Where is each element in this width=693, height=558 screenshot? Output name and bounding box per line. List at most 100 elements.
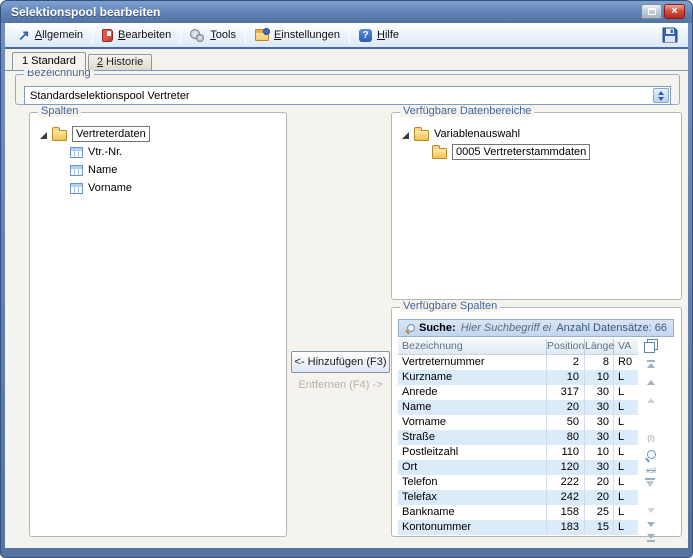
move-up-icon[interactable] — [643, 376, 659, 388]
combo-spinner-button[interactable] — [653, 88, 669, 103]
remove-button-disabled[interactable]: Entfernen (F4) -> — [291, 379, 390, 391]
table-cell: Kontonummer — [398, 520, 547, 535]
header-bezeichnung[interactable]: Bezeichnung — [398, 339, 547, 354]
toolbar-item-hilfe[interactable]: Hilfe — [352, 27, 406, 44]
table-cell: L — [614, 400, 638, 415]
table-search-icon[interactable] — [645, 450, 656, 461]
window-title: Selektionspool bearbeiten — [11, 5, 160, 19]
table-row[interactable]: Vorname5030L — [398, 415, 638, 430]
table-row[interactable]: Straße8030L — [398, 430, 638, 445]
toolbar-item-bearbeiten[interactable]: Bearbeiten — [95, 27, 178, 44]
toolbar-separator — [245, 27, 246, 44]
scroll-bottom-icon[interactable] — [643, 532, 659, 544]
scroll-top-icon[interactable] — [643, 358, 659, 370]
column-grid-icon — [70, 147, 83, 158]
toolbar-label: Allgemein — [35, 29, 83, 41]
save-button[interactable] — [662, 27, 682, 43]
table-cell: L — [614, 505, 638, 520]
toolbar-item-tools[interactable]: Tools — [183, 27, 243, 44]
add-button[interactable]: <- Hinzufügen (F3) — [291, 351, 390, 373]
tree-node-vtr-nr[interactable]: Vtr.-Nr. — [70, 143, 286, 161]
record-count: Anzahl Datensätze: 66 — [556, 322, 667, 334]
table-row[interactable]: Telefon22220L — [398, 475, 638, 490]
tree-expander-icon[interactable] — [402, 132, 409, 139]
toolbar-separator — [349, 27, 350, 44]
page-up-icon[interactable] — [643, 394, 659, 406]
table-row[interactable]: Bankname15825L — [398, 505, 638, 520]
table-row[interactable]: Kontonummer18315L — [398, 520, 638, 535]
toolbar-item-einstellungen[interactable]: Einstellungen — [248, 27, 347, 43]
group-datenbereiche: Verfügbare Datenbereiche Variablenauswah… — [391, 112, 682, 300]
toolbar-separator — [92, 27, 93, 44]
bezeichnung-combobox[interactable] — [24, 86, 671, 105]
search-input[interactable] — [461, 322, 552, 334]
header-position[interactable]: Position — [547, 339, 585, 354]
tree-node-vorname[interactable]: Vorname — [70, 179, 286, 197]
columns-icon[interactable]: (I) — [641, 434, 661, 443]
table-cell: 30 — [585, 460, 614, 475]
table-row[interactable]: Ort12030L — [398, 460, 638, 475]
table-row[interactable]: Name2030L — [398, 400, 638, 415]
table-cell: Kurzname — [398, 370, 547, 385]
spinner-down-icon — [658, 97, 664, 101]
tree-node-vertreterdaten[interactable]: Vertreterdaten — [40, 125, 286, 143]
table-cell: L — [614, 415, 638, 430]
column-grid-icon — [70, 165, 83, 176]
table-cell: Anrede — [398, 385, 547, 400]
table-cell: 80 — [547, 430, 585, 445]
tree-node-variablenauswahl[interactable]: Variablenauswahl — [402, 125, 681, 143]
titlebar: Selektionspool bearbeiten — [1, 1, 692, 23]
table-cell: Ort — [398, 460, 547, 475]
tree-expander-icon[interactable] — [40, 132, 47, 139]
table-cell: 2 — [547, 355, 585, 370]
tree-node-label: Name — [88, 164, 117, 176]
table-row[interactable]: Kurzname1010L — [398, 370, 638, 385]
table-row[interactable]: Telefax24220L — [398, 490, 638, 505]
table-row[interactable]: Vertreternummer28R0 — [398, 355, 638, 370]
table-cell: 25 — [585, 505, 614, 520]
window-restore-icon — [648, 8, 656, 15]
header-laenge[interactable]: Länge — [585, 339, 614, 354]
copy-columns-icon[interactable] — [644, 339, 657, 351]
tree-node-vertreterstammdaten[interactable]: 0005 Vertreterstammdaten — [432, 143, 681, 161]
table-cell: 8 — [585, 355, 614, 370]
table-cell: 183 — [547, 520, 585, 535]
header-va[interactable]: VA — [614, 339, 638, 354]
table-cell: Vertreternummer — [398, 355, 547, 370]
bezeichnung-input[interactable] — [25, 87, 670, 104]
table-cell: 222 — [547, 475, 585, 490]
table-cell: 317 — [547, 385, 585, 400]
table-cell: 30 — [585, 415, 614, 430]
page-down-icon[interactable] — [643, 504, 659, 516]
window-restore-button[interactable] — [641, 4, 662, 19]
search-bar: Suche: Anzahl Datensätze: 66 — [398, 319, 674, 337]
table-cell: R0 — [614, 355, 638, 370]
toolbar-item-allgemein[interactable]: Allgemein — [11, 27, 90, 44]
move-down-icon[interactable] — [643, 518, 659, 530]
sort-icon[interactable]: xsl — [641, 466, 661, 475]
group-verfuegbare-spalten: Verfügbare Spalten Suche: Anzahl Datensä… — [391, 307, 682, 537]
tab-standard[interactable]: 1 Standard — [12, 52, 86, 70]
table-cell: Bankname — [398, 505, 547, 520]
table-cell: 30 — [585, 400, 614, 415]
table-row[interactable]: Anrede31730L — [398, 385, 638, 400]
table-cell: L — [614, 490, 638, 505]
table-row[interactable]: Postleitzahl11010L — [398, 445, 638, 460]
table-cell: 20 — [547, 400, 585, 415]
toolbar-label: Einstellungen — [274, 29, 340, 41]
table-cell: 20 — [585, 490, 614, 505]
tree-node-label: Vtr.-Nr. — [88, 146, 122, 158]
tab-panel-standard: Bezeichnung Spalten Vertreterdaten — [5, 70, 688, 548]
group-spalten: Spalten Vertreterdaten Vtr.-Nr. Name — [29, 112, 287, 537]
window-close-button[interactable] — [664, 4, 685, 19]
red-book-icon — [102, 29, 113, 42]
table-cell: 120 — [547, 460, 585, 475]
tab-historie[interactable]: 2 Historie — [88, 54, 152, 70]
filter-icon[interactable] — [645, 478, 657, 490]
group-spalten-label: Spalten — [38, 105, 81, 117]
help-icon — [359, 29, 372, 42]
group-verfuegbare-spalten-label: Verfügbare Spalten — [400, 300, 500, 312]
toolbar-label: Bearbeiten — [118, 29, 171, 41]
table-cell: 10 — [547, 370, 585, 385]
tree-node-name[interactable]: Name — [70, 161, 286, 179]
